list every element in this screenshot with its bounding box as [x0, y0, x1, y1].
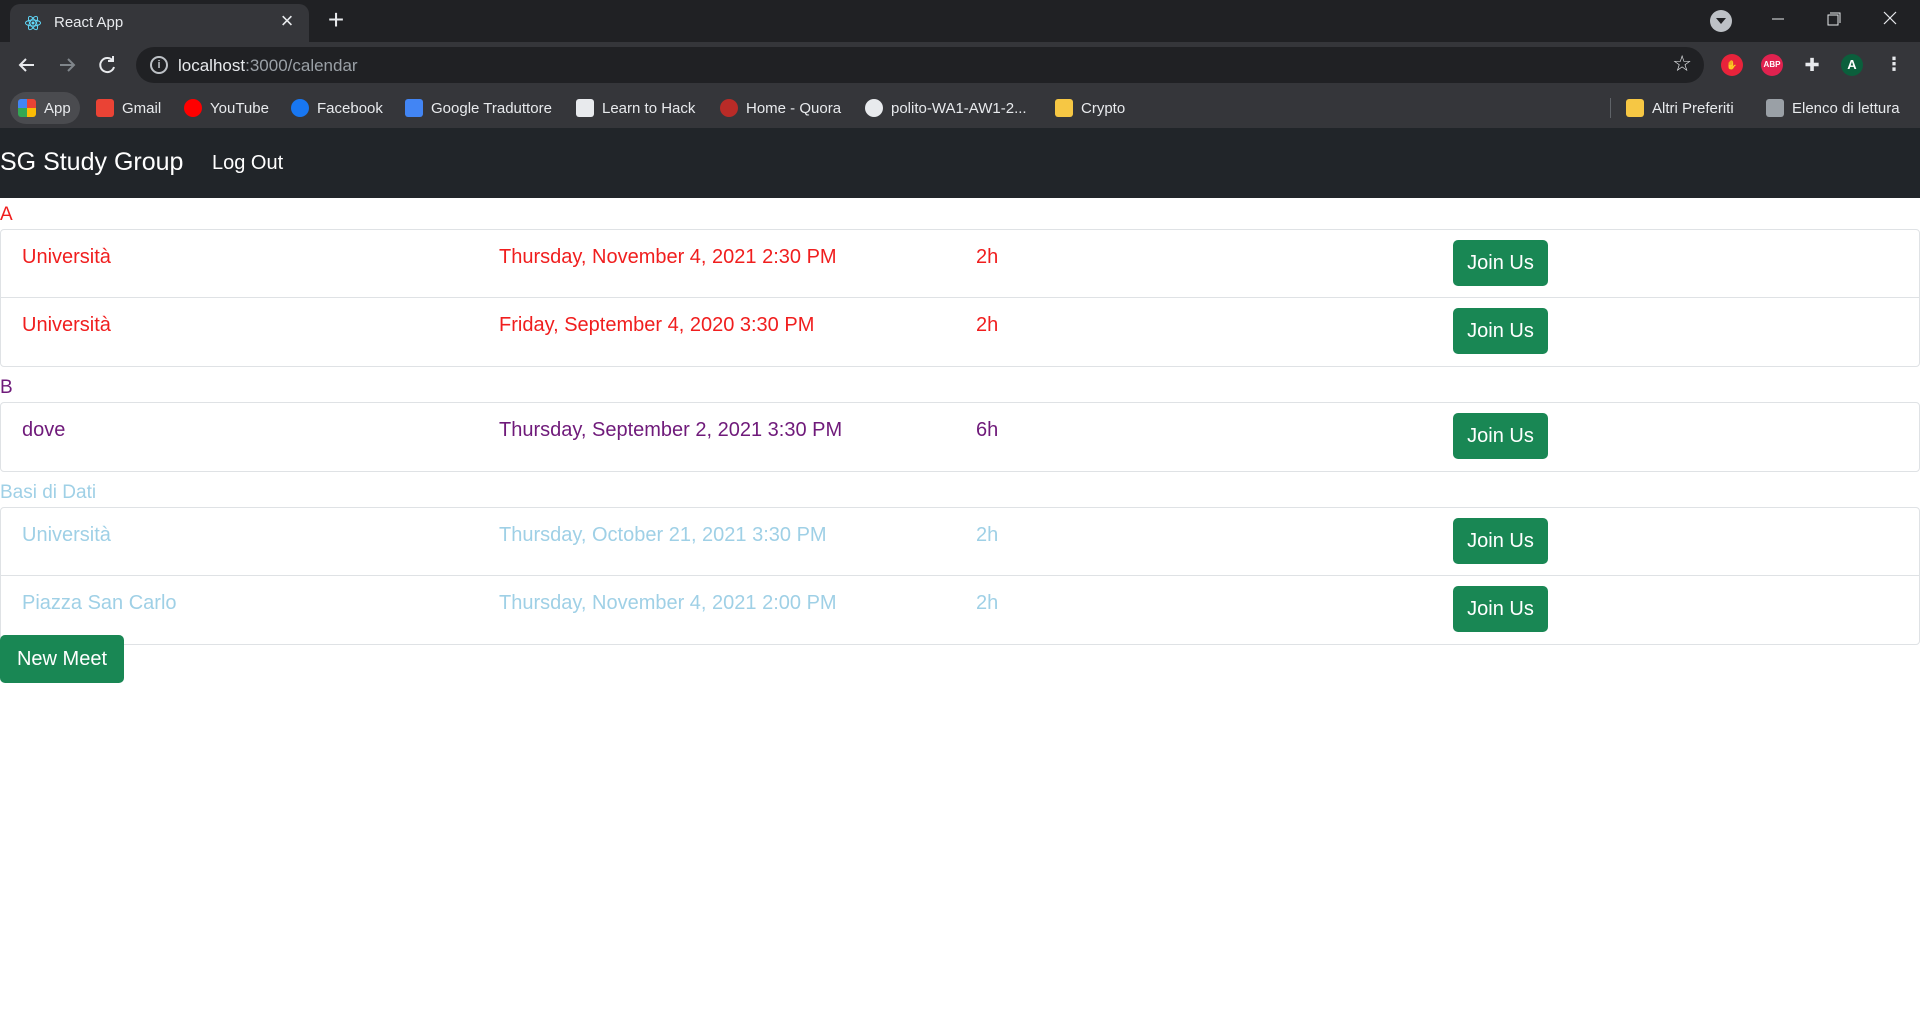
- meeting-duration: 2h: [976, 246, 999, 268]
- join-us-button[interactable]: Join Us: [1453, 308, 1548, 354]
- bookmark-gmail[interactable]: Gmail: [96, 96, 161, 120]
- back-icon[interactable]: [12, 50, 42, 80]
- react-icon: [25, 15, 41, 31]
- apps-grid-icon: [18, 99, 36, 117]
- tab-search-icon[interactable]: [1710, 10, 1732, 32]
- tab-close-icon[interactable]: ×: [275, 10, 299, 34]
- forward-icon[interactable]: [52, 50, 82, 80]
- logout-link[interactable]: Log Out: [212, 152, 283, 175]
- browser-tab[interactable]: React App ×: [10, 4, 309, 42]
- bookmark-app[interactable]: App: [18, 96, 71, 120]
- folder-icon: [1626, 99, 1644, 117]
- join-us-button[interactable]: Join Us: [1453, 586, 1548, 632]
- bookmark-home-quora[interactable]: Home - Quora: [720, 96, 841, 120]
- meeting-duration: 2h: [976, 524, 999, 546]
- bookmark-google-traduttore[interactable]: Google Traduttore: [405, 96, 552, 120]
- address-url: localhost:3000/calendar: [178, 56, 358, 75]
- bookmark-elenco-di-lettura[interactable]: Elenco di lettura: [1766, 96, 1900, 120]
- window-close-icon[interactable]: [1862, 0, 1918, 38]
- meeting-duration: 2h: [976, 314, 999, 336]
- bookmarks-separator: [1610, 98, 1611, 118]
- group-label: Basi di Dati: [0, 482, 97, 503]
- meeting-date: Thursday, November 4, 2021 2:00 PM: [499, 592, 837, 614]
- join-us-button[interactable]: Join Us: [1453, 240, 1548, 286]
- bookmark-label: Crypto: [1081, 99, 1126, 117]
- new-tab-icon[interactable]: +: [322, 6, 350, 34]
- bookmark-label: Gmail: [122, 99, 162, 117]
- reload-icon[interactable]: [92, 50, 122, 80]
- meeting-date: Thursday, September 2, 2021 3:30 PM: [499, 419, 843, 441]
- app-navbar: SG Study Group Log Out: [0, 128, 1920, 198]
- browser-tab-strip: React App × +: [0, 0, 1920, 42]
- bookmarks-bar: App Gmail YouTube Facebook Google Traduttore…: [0, 88, 1920, 128]
- meeting-row: Università Thursday, October 21, 2021 3:3…: [1, 508, 1919, 576]
- profile-avatar[interactable]: A: [1841, 54, 1863, 76]
- google-translate-icon: [405, 99, 423, 117]
- site-info-icon[interactable]: i: [150, 56, 168, 74]
- bookmark-label: App: [44, 99, 71, 117]
- quora-icon: [720, 99, 738, 117]
- bookmark-altri-preferiti[interactable]: Altri Preferiti: [1626, 96, 1734, 120]
- bookmark-learn-to-hack[interactable]: Learn to Hack: [576, 96, 695, 120]
- folder-icon: [1055, 99, 1073, 117]
- join-us-button[interactable]: Join Us: [1453, 413, 1548, 459]
- bookmark-label: Home - Quora: [746, 99, 842, 117]
- bookmark-label: Facebook: [317, 99, 383, 117]
- meeting-date: Thursday, October 21, 2021 3:30 PM: [499, 524, 827, 546]
- facebook-icon: [291, 99, 309, 117]
- reading-list-icon: [1766, 99, 1784, 117]
- extensions-puzzle-icon[interactable]: ✚: [1801, 54, 1823, 76]
- menu-kebab-icon[interactable]: ⋮: [1883, 54, 1905, 76]
- meeting-place: Università: [22, 524, 111, 546]
- abp-icon[interactable]: ABP: [1761, 54, 1783, 76]
- meeting-list: Università Thursday, October 21, 2021 3:3…: [0, 507, 1920, 645]
- bookmark-label: YouTube: [210, 99, 269, 117]
- github-icon: [865, 99, 883, 117]
- minimize-icon[interactable]: [1750, 0, 1806, 38]
- bookmark-label: Altri Preferiti: [1652, 99, 1734, 117]
- app-brand[interactable]: SG Study Group: [0, 148, 183, 177]
- meeting-place: Università: [22, 314, 111, 336]
- bookmark-label: polito-WA1-AW1-2...: [891, 99, 1027, 117]
- meeting-place: Piazza San Carlo: [22, 592, 177, 614]
- youtube-icon: [184, 99, 202, 117]
- meeting-row: Università Friday, September 4, 2020 3:30…: [1, 298, 1919, 366]
- address-bar[interactable]: i localhost:3000/calendar ☆: [136, 47, 1704, 83]
- bookmark-label: Learn to Hack: [602, 99, 696, 117]
- join-us-button[interactable]: Join Us: [1453, 518, 1548, 564]
- bookmark-polito-wa1-aw1-2[interactable]: polito-WA1-AW1-2...: [865, 96, 1027, 120]
- browser-toolbar: i localhost:3000/calendar ☆ ✋ ABP ✚ A ⋮: [0, 42, 1920, 88]
- gmail-icon: [96, 99, 114, 117]
- meeting-date: Thursday, November 4, 2021 2:30 PM: [499, 246, 837, 268]
- hack-icon: [576, 99, 594, 117]
- meeting-duration: 6h: [976, 419, 999, 441]
- bookmark-crypto[interactable]: Crypto: [1055, 96, 1125, 120]
- meeting-list: dove Thursday, September 2, 2021 3:30 PM 6…: [0, 402, 1920, 472]
- bookmark-label: Google Traduttore: [431, 99, 552, 117]
- meeting-place: dove: [22, 419, 66, 441]
- adblock-hand-icon[interactable]: ✋: [1721, 54, 1743, 76]
- bookmark-label: Elenco di lettura: [1792, 99, 1900, 117]
- meeting-place: Università: [22, 246, 111, 268]
- bookmark-youtube[interactable]: YouTube: [184, 96, 269, 120]
- meeting-row: Università Thursday, November 4, 2021 2:3…: [1, 230, 1919, 298]
- new-meet-button[interactable]: New Meet: [0, 635, 124, 683]
- meeting-duration: 2h: [976, 592, 999, 614]
- group-label: B: [0, 377, 13, 398]
- bookmark-facebook[interactable]: Facebook: [291, 96, 383, 120]
- meeting-date: Friday, September 4, 2020 3:30 PM: [499, 314, 815, 336]
- meeting-row: Piazza San Carlo Thursday, November 4, 20…: [1, 576, 1919, 644]
- tab-title: React App: [54, 14, 124, 31]
- bookmark-star-icon[interactable]: ☆: [1672, 51, 1692, 77]
- meeting-list: Università Thursday, November 4, 2021 2:3…: [0, 229, 1920, 367]
- group-label: A: [0, 204, 13, 225]
- meeting-row: dove Thursday, September 2, 2021 3:30 PM 6…: [1, 403, 1919, 471]
- restore-icon[interactable]: [1806, 0, 1862, 38]
